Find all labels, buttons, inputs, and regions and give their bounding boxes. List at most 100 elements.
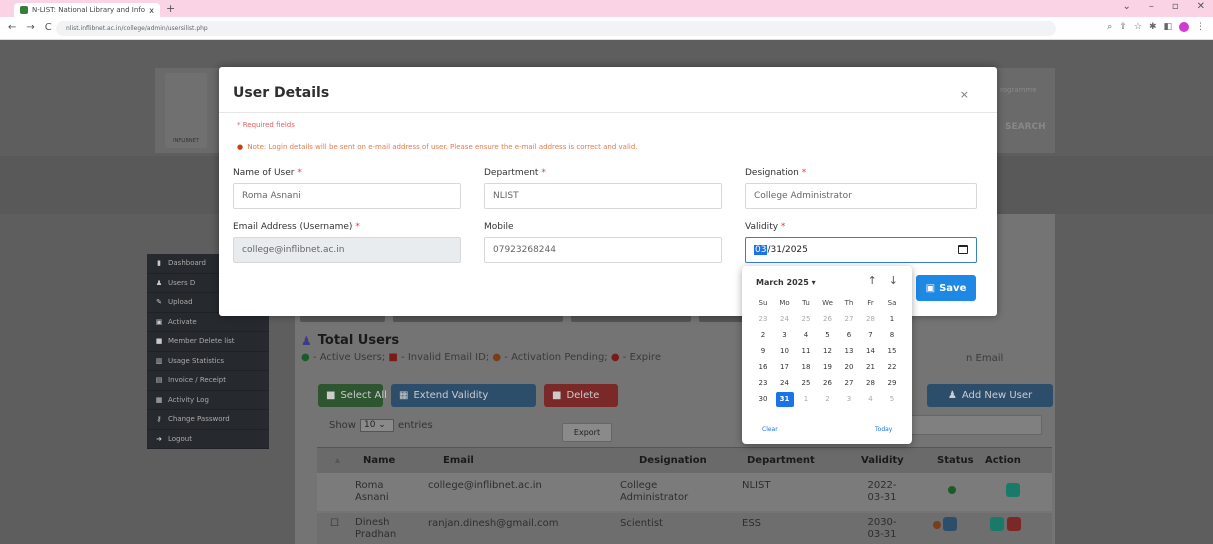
back-icon[interactable]: ← bbox=[8, 22, 16, 33]
delete-user-icon[interactable] bbox=[1007, 517, 1021, 531]
calendar-day[interactable]: 2 bbox=[754, 328, 772, 343]
select-all-button[interactable]: ■ Select All bbox=[318, 384, 387, 407]
department-input[interactable]: NLIST bbox=[484, 183, 722, 209]
calendar-day[interactable]: 13 bbox=[840, 344, 858, 359]
calendar-day[interactable]: 1 bbox=[883, 312, 901, 327]
resend-email-icon[interactable] bbox=[943, 517, 957, 531]
calendar-day[interactable]: 4 bbox=[862, 392, 880, 407]
sidepanel-icon[interactable]: ◧ bbox=[1163, 22, 1172, 32]
calendar-day[interactable]: 6 bbox=[840, 328, 858, 343]
calendar-day[interactable]: 25 bbox=[797, 376, 815, 391]
programme-link[interactable]: rogramme bbox=[1000, 86, 1037, 94]
close-window-icon[interactable]: ✕ bbox=[1197, 1, 1205, 12]
column-header-department[interactable]: Department bbox=[747, 455, 815, 466]
sidebar-item-member-delete[interactable]: ■ Member Delete list bbox=[147, 332, 269, 352]
previous-month-icon[interactable]: ↑ bbox=[868, 274, 877, 287]
calendar-day[interactable]: 11 bbox=[797, 344, 815, 359]
calendar-day[interactable]: 5 bbox=[819, 328, 837, 343]
calendar-day[interactable]: 7 bbox=[862, 328, 880, 343]
edit-user-icon[interactable] bbox=[1006, 483, 1020, 497]
export-button[interactable]: Export bbox=[562, 423, 612, 442]
calendar-day[interactable]: 12 bbox=[819, 344, 837, 359]
calendar-day[interactable]: 17 bbox=[776, 360, 794, 375]
column-header-name[interactable]: Name bbox=[363, 455, 395, 466]
table-search-input[interactable] bbox=[905, 415, 1042, 435]
calendar-day[interactable]: 19 bbox=[819, 360, 837, 375]
extend-validity-button[interactable]: ▦ Extend Validity bbox=[391, 384, 536, 407]
sidebar-item-change-password[interactable]: ⚷ Change Password bbox=[147, 410, 269, 430]
calendar-day[interactable]: 3 bbox=[776, 328, 794, 343]
calendar-day[interactable]: 29 bbox=[883, 376, 901, 391]
window-dropdown-icon[interactable]: ⌄ bbox=[1122, 1, 1130, 12]
new-tab-icon[interactable]: + bbox=[166, 2, 175, 15]
delete-button[interactable]: ■ Delete bbox=[544, 384, 618, 407]
calendar-day[interactable]: 24 bbox=[776, 312, 794, 327]
calendar-day[interactable]: 10 bbox=[776, 344, 794, 359]
mobile-input[interactable]: 07923268244 bbox=[484, 237, 722, 263]
sort-icon[interactable]: ▴ bbox=[335, 455, 340, 466]
search-link[interactable]: SEARCH bbox=[1005, 122, 1046, 132]
calendar-day[interactable]: 16 bbox=[754, 360, 772, 375]
maximize-icon[interactable]: ▫ bbox=[1172, 1, 1179, 12]
save-button[interactable]: ▣ Save bbox=[916, 275, 976, 301]
calendar-day[interactable]: 27 bbox=[840, 376, 858, 391]
calendar-day[interactable]: 21 bbox=[862, 360, 880, 375]
calendar-day[interactable]: 30 bbox=[754, 392, 772, 407]
calendar-day[interactable]: 25 bbox=[797, 312, 815, 327]
calendar-day[interactable]: 15 bbox=[883, 344, 901, 359]
add-new-user-button[interactable]: ♟ Add New User bbox=[927, 384, 1053, 407]
tab-close-icon[interactable]: x bbox=[149, 6, 154, 15]
calendar-day[interactable]: 28 bbox=[862, 312, 880, 327]
calendar-day[interactable]: 9 bbox=[754, 344, 772, 359]
calendar-day[interactable]: 22 bbox=[883, 360, 901, 375]
calendar-day[interactable]: 4 bbox=[797, 328, 815, 343]
forward-icon[interactable]: → bbox=[26, 22, 34, 33]
calendar-day[interactable]: 2 bbox=[819, 392, 837, 407]
designation-input[interactable]: College Administrator bbox=[745, 183, 977, 209]
calendar-day[interactable]: 23 bbox=[754, 376, 772, 391]
edit-user-icon[interactable] bbox=[990, 517, 1004, 531]
column-header-action[interactable]: Action bbox=[985, 455, 1021, 466]
browser-tab[interactable]: N-LIST: National Library and Info x bbox=[14, 3, 160, 17]
sidebar-item-logout[interactable]: ➜ Logout bbox=[147, 430, 269, 449]
calendar-day[interactable]: 8 bbox=[883, 328, 901, 343]
month-selector[interactable]: March 2025 ▾ bbox=[756, 278, 816, 287]
calendar-day[interactable]: 14 bbox=[862, 344, 880, 359]
extensions-icon[interactable]: ✱ bbox=[1149, 22, 1157, 32]
calendar-day[interactable]: 28 bbox=[862, 376, 880, 391]
validity-date-input[interactable]: 03/31/2025 bbox=[745, 237, 977, 263]
column-header-designation[interactable]: Designation bbox=[639, 455, 707, 466]
calendar-day[interactable]: 3 bbox=[840, 392, 858, 407]
url-field[interactable]: nlist.inflibnet.ac.in/college/admin/user… bbox=[56, 21, 1056, 36]
calendar-day[interactable]: 5 bbox=[883, 392, 901, 407]
profile-avatar[interactable] bbox=[1179, 22, 1189, 32]
calendar-day[interactable]: 18 bbox=[797, 360, 815, 375]
bookmark-star-icon[interactable]: ☆ bbox=[1134, 22, 1142, 32]
calendar-day[interactable]: 24 bbox=[776, 376, 794, 391]
sidebar-item-usage-statistics[interactable]: ▥ Usage Statistics bbox=[147, 352, 269, 371]
clear-date-button[interactable]: Clear bbox=[762, 426, 778, 433]
calendar-day[interactable]: 23 bbox=[754, 312, 772, 327]
sidebar-item-activity-log[interactable]: ▦ Activity Log bbox=[147, 391, 269, 410]
row-checkbox[interactable]: ☐ bbox=[330, 518, 339, 530]
calendar-day[interactable]: 26 bbox=[819, 312, 837, 327]
close-icon[interactable]: × bbox=[960, 88, 969, 101]
sidebar-item-invoice[interactable]: ▤ Invoice / Receipt bbox=[147, 371, 269, 391]
column-header-validity[interactable]: Validity bbox=[861, 455, 904, 466]
column-header-status[interactable]: Status bbox=[937, 455, 974, 466]
calendar-day[interactable]: 20 bbox=[840, 360, 858, 375]
calendar-day[interactable]: 26 bbox=[819, 376, 837, 391]
calendar-day[interactable]: 1 bbox=[797, 392, 815, 407]
menu-kebab-icon[interactable]: ⋮ bbox=[1196, 22, 1205, 32]
reload-icon[interactable]: C bbox=[45, 22, 52, 33]
column-header-email[interactable]: Email bbox=[443, 455, 474, 466]
calendar-day[interactable]: 31 bbox=[775, 392, 794, 407]
calendar-day[interactable]: 27 bbox=[840, 312, 858, 327]
next-month-icon[interactable]: ↓ bbox=[889, 274, 898, 287]
calendar-icon[interactable] bbox=[958, 245, 968, 254]
name-input[interactable]: Roma Asnani bbox=[233, 183, 461, 209]
share-icon[interactable]: ⇪ bbox=[1119, 22, 1127, 32]
today-button[interactable]: Today bbox=[875, 426, 892, 433]
zoom-icon[interactable]: ⌕ bbox=[1107, 22, 1112, 32]
entries-select[interactable]: 10 ⌄ bbox=[359, 419, 394, 432]
